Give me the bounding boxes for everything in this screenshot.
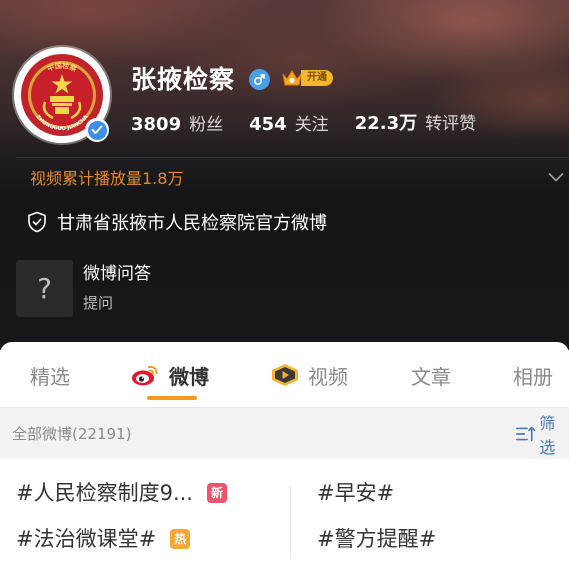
header-divider bbox=[16, 157, 569, 158]
qa-ask-link[interactable]: 提问 bbox=[83, 291, 151, 315]
stat-label: 粉丝 bbox=[189, 114, 224, 135]
shield-check-icon bbox=[28, 211, 46, 233]
new-tag: 新 bbox=[206, 483, 227, 503]
tab-articles[interactable]: 文章 bbox=[411, 342, 451, 408]
qa-title: 微博问答 bbox=[83, 264, 151, 284]
filter-button[interactable]: 筛选 bbox=[516, 414, 569, 457]
topic-item[interactable]: #早安# bbox=[317, 477, 394, 509]
topic-label: #人民检察制度9... bbox=[16, 481, 193, 505]
profile-name: 张掖检察 bbox=[131, 65, 236, 94]
official-verification: 甘肃省张掖市人民检察院官方微博 bbox=[27, 209, 327, 235]
topic-label: #早安# bbox=[317, 481, 395, 505]
verified-badge bbox=[85, 118, 109, 142]
crown-icon bbox=[282, 70, 302, 86]
tab-featured[interactable]: 精选 bbox=[30, 342, 70, 408]
stat-followers[interactable]: 3809 粉丝 bbox=[131, 110, 223, 135]
stat-label: 转评赞 bbox=[425, 114, 477, 134]
vip-open-label: 开通 bbox=[301, 70, 333, 86]
hot-topics-grid: #人民检察制度9... 新 #早安# #法治微课堂# 热 #警方提醒# bbox=[0, 459, 569, 585]
profile-stats: 3809 粉丝 454 关注 22.3万 转评赞 bbox=[131, 107, 502, 137]
topic-item[interactable]: #人民检察制度9... 新 bbox=[16, 477, 227, 509]
profile-tabs: 精选 微博 视频 文章 相册 bbox=[0, 342, 569, 408]
weibo-qa-card[interactable]: ? 微博问答 提问 bbox=[16, 260, 151, 317]
stat-value: 3809 bbox=[131, 113, 182, 135]
topic-label: #警方提醒# bbox=[317, 527, 437, 551]
vip-open-badge[interactable]: 开通 bbox=[281, 68, 333, 88]
tab-video[interactable]: 视频 bbox=[270, 342, 348, 408]
tab-label: 精选 bbox=[30, 364, 70, 389]
filter-label: 筛选 bbox=[539, 414, 556, 457]
verified-check-icon bbox=[87, 120, 107, 140]
tab-album[interactable]: 相册 bbox=[513, 342, 553, 408]
chevron-down-icon[interactable] bbox=[548, 171, 564, 183]
question-icon: ? bbox=[16, 260, 73, 317]
stat-following[interactable]: 454 关注 bbox=[249, 110, 329, 135]
tab-label: 文章 bbox=[411, 364, 451, 389]
feed-filter-bar: 全部微博(22191) 筛选 bbox=[0, 409, 569, 459]
profile-header: 中国检察 ZHONGGUO JIANCHA 张掖检察 开通 3809 粉丝 45… bbox=[0, 0, 569, 350]
weibo-logo-icon bbox=[131, 363, 161, 387]
video-plays-count: 视频累计播放量1.8万 bbox=[30, 169, 184, 188]
stat-value: 454 bbox=[249, 113, 287, 135]
stat-value: 22.3万 bbox=[354, 113, 418, 134]
stat-reposts-likes[interactable]: 22.3万 转评赞 bbox=[355, 109, 476, 135]
official-description: 甘肃省张掖市人民检察院官方微博 bbox=[57, 213, 327, 234]
hot-tag: 热 bbox=[170, 529, 191, 549]
tab-label: 微博 bbox=[169, 364, 209, 389]
topic-column-divider bbox=[290, 486, 291, 558]
filter-icon bbox=[516, 426, 536, 442]
topic-item[interactable]: #法治微课堂# 热 bbox=[16, 523, 191, 555]
stat-label: 关注 bbox=[294, 114, 329, 135]
male-icon bbox=[249, 69, 270, 90]
tab-label: 相册 bbox=[513, 364, 553, 389]
tab-label: 视频 bbox=[308, 364, 348, 389]
video-play-icon bbox=[270, 363, 300, 387]
topic-label: #法治微课堂# bbox=[16, 527, 157, 551]
topic-item[interactable]: #警方提醒# bbox=[317, 523, 436, 555]
feed-count: 全部微博(22191) bbox=[12, 425, 132, 443]
active-tab-indicator bbox=[147, 396, 197, 400]
